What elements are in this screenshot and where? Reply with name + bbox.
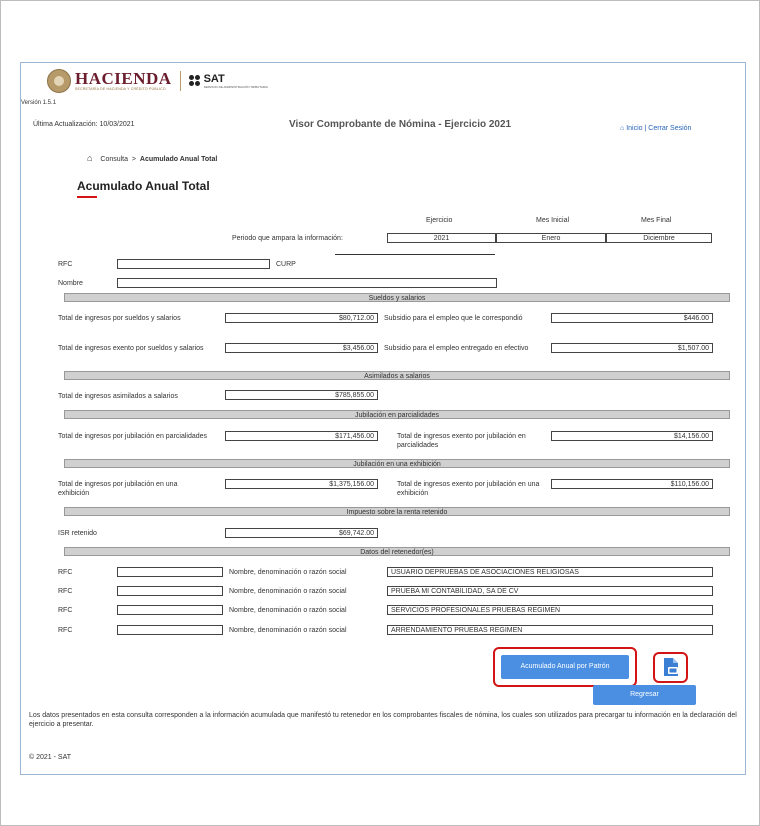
sat-subtitle: SERVICIO DE ADMINISTRACIÓN TRIBUTARIA — [203, 84, 268, 89]
app-title: Visor Comprobante de Nómina - Ejercicio … — [289, 119, 512, 130]
sat-dots-icon — [188, 75, 201, 87]
section-isr: Impuesto sobre la renta retenido — [64, 507, 730, 516]
breadcrumb-home-icon[interactable]: ⌂ — [87, 153, 92, 163]
jub-parc-total-label: Total de ingresos por jubilación en parc… — [58, 433, 208, 440]
inicio-link[interactable]: Inicio — [626, 125, 642, 132]
ejercicio-field[interactable]: 2021 — [387, 233, 496, 243]
section-asimilados: Asimilados a salarios — [64, 371, 730, 380]
retenedor-rfc-label: RFC — [58, 588, 73, 595]
page-frame: HACIENDA SECRETARÍA DE HACIENDA Y CRÉDIT… — [20, 62, 746, 775]
retenedor-nombre-field[interactable]: SERVICIOS PROFESIONALES PRUEBAS REGIMEN — [387, 605, 713, 615]
section-sueldos: Sueldos y salarios — [64, 293, 730, 302]
retenedor-rfc-field[interactable] — [117, 567, 223, 577]
copyright: © 2021 - SAT — [29, 754, 71, 761]
retenedor-nombre-label: Nombre, denominación o razón social — [229, 569, 347, 576]
jub-parc-total-field[interactable]: $171,456.00 — [225, 431, 378, 441]
title-accent-bar — [77, 196, 97, 198]
section-jub-exh: Jubilación en una exhibición — [64, 459, 730, 468]
nombre-label: Nombre — [58, 280, 83, 287]
jub-exh-exento-label: Total de ingresos exento por jubilación … — [397, 481, 540, 497]
cerrar-sesion-link[interactable]: Cerrar Sesión — [648, 125, 691, 132]
logo-divider — [179, 71, 181, 91]
home-icon[interactable]: ⌂ — [620, 125, 624, 132]
jub-exh-total-field[interactable]: $1,375,156.00 — [225, 479, 378, 489]
rfc-label: RFC — [58, 261, 73, 268]
col-mes-final: Mes Final — [641, 217, 672, 224]
sueldos-total-field[interactable]: $80,712.00 — [225, 313, 378, 323]
rfc-field[interactable] — [117, 259, 270, 269]
acumulado-patron-button[interactable]: Acumulado Anual por Patrón — [501, 655, 629, 679]
mes-final-field[interactable]: Diciembre — [606, 233, 712, 243]
subsidio-ent-label: Subsidio para el empleo entregado en efe… — [384, 345, 529, 352]
divider-line — [335, 254, 495, 255]
regresar-button[interactable]: Regresar — [593, 685, 696, 705]
jub-exh-exento-field[interactable]: $110,156.00 — [551, 479, 713, 489]
jub-parc-exento-label: Total de ingresos exento por jubilación … — [397, 433, 526, 449]
hacienda-wordmark: HACIENDA — [75, 69, 172, 88]
retenedor-nombre-field[interactable]: PRUEBA MI CONTABILIDAD, SA DE CV — [387, 586, 713, 596]
footer-note: Los datos presentados en esta consulta c… — [29, 712, 737, 728]
hacienda-subtitle: SECRETARÍA DE HACIENDA Y CRÉDITO PÚBLICO — [75, 87, 166, 91]
breadcrumb-separator: > — [129, 156, 138, 163]
jub-exh-total-label: Total de ingresos por jubilación en una … — [58, 481, 178, 497]
subsidio-ent-field[interactable]: $1,507.00 — [551, 343, 713, 353]
nombre-field[interactable] — [117, 278, 497, 288]
section-retenedores: Datos del retenedor(es) — [64, 547, 730, 556]
nav-separator: | — [644, 125, 647, 132]
pdf-file-icon — [664, 658, 678, 676]
last-update-label: Última Actualización: 10/03/2021 — [33, 121, 135, 128]
section-jub-parc: Jubilación en parcialidades — [64, 410, 730, 419]
retenedor-rfc-field[interactable] — [117, 625, 223, 635]
page-title: Acumulado Anual Total — [77, 179, 210, 193]
isr-field[interactable]: $69,742.00 — [225, 528, 378, 538]
retenedor-rfc-label: RFC — [58, 627, 73, 634]
retenedor-nombre-field[interactable]: ARRENDAMIENTO PRUEBAS REGIMEN — [387, 625, 713, 635]
pdf-download-button[interactable] — [662, 657, 680, 682]
breadcrumb-consulta[interactable]: Consulta — [100, 156, 128, 163]
retenedor-nombre-label: Nombre, denominación o razón social — [229, 588, 347, 595]
subsidio-corr-field[interactable]: $446.00 — [551, 313, 713, 323]
periodo-label: Periodo que ampara la información: — [232, 235, 343, 242]
header-nav: ⌂ Inicio | Cerrar Sesión — [620, 125, 691, 132]
sat-logo[interactable]: SAT SERVICIO DE ADMINISTRACIÓN TRIBUTARI… — [188, 72, 268, 89]
retenedor-rfc-label: RFC — [58, 607, 73, 614]
retenedor-nombre-label: Nombre, denominación o razón social — [229, 627, 347, 634]
breadcrumb-current: Acumulado Anual Total — [139, 156, 218, 163]
asimilados-total-label: Total de ingresos asimilados a salarios — [58, 393, 178, 400]
col-ejercicio: Ejercicio — [426, 217, 453, 224]
jub-parc-exento-field[interactable]: $14,156.00 — [551, 431, 713, 441]
retenedor-rfc-label: RFC — [58, 569, 73, 576]
version-label: Versión 1.5.1 — [21, 100, 57, 106]
isr-label: ISR retenido — [58, 530, 97, 537]
curp-label: CURP — [276, 261, 296, 268]
retenedor-nombre-field[interactable]: USUARIO DEPRUEBAS DE ASOCIACIONES RELIGI… — [387, 567, 713, 577]
sueldos-exento-field[interactable]: $3,456.00 — [225, 343, 378, 353]
retenedor-rfc-field[interactable] — [117, 586, 223, 596]
col-mes-inicial: Mes Inicial — [536, 217, 570, 224]
hacienda-logo[interactable]: HACIENDA SECRETARÍA DE HACIENDA Y CRÉDIT… — [47, 68, 268, 94]
asimilados-total-field[interactable]: $785,855.00 — [225, 390, 378, 400]
breadcrumb: ⌂ Consulta > Acumulado Anual Total — [87, 153, 217, 163]
sat-wordmark: SAT — [203, 72, 225, 85]
mes-inicial-field[interactable]: Enero — [496, 233, 606, 243]
retenedor-rfc-field[interactable] — [117, 605, 223, 615]
retenedor-nombre-label: Nombre, denominación o razón social — [229, 607, 347, 614]
sueldos-total-label: Total de ingresos por sueldos y salarios — [58, 315, 181, 322]
coat-of-arms-icon — [47, 69, 71, 93]
sueldos-exento-label: Total de ingresos exento por sueldos y s… — [58, 345, 204, 352]
subsidio-corr-label: Subsidio para el empleo que le correspon… — [384, 315, 523, 322]
